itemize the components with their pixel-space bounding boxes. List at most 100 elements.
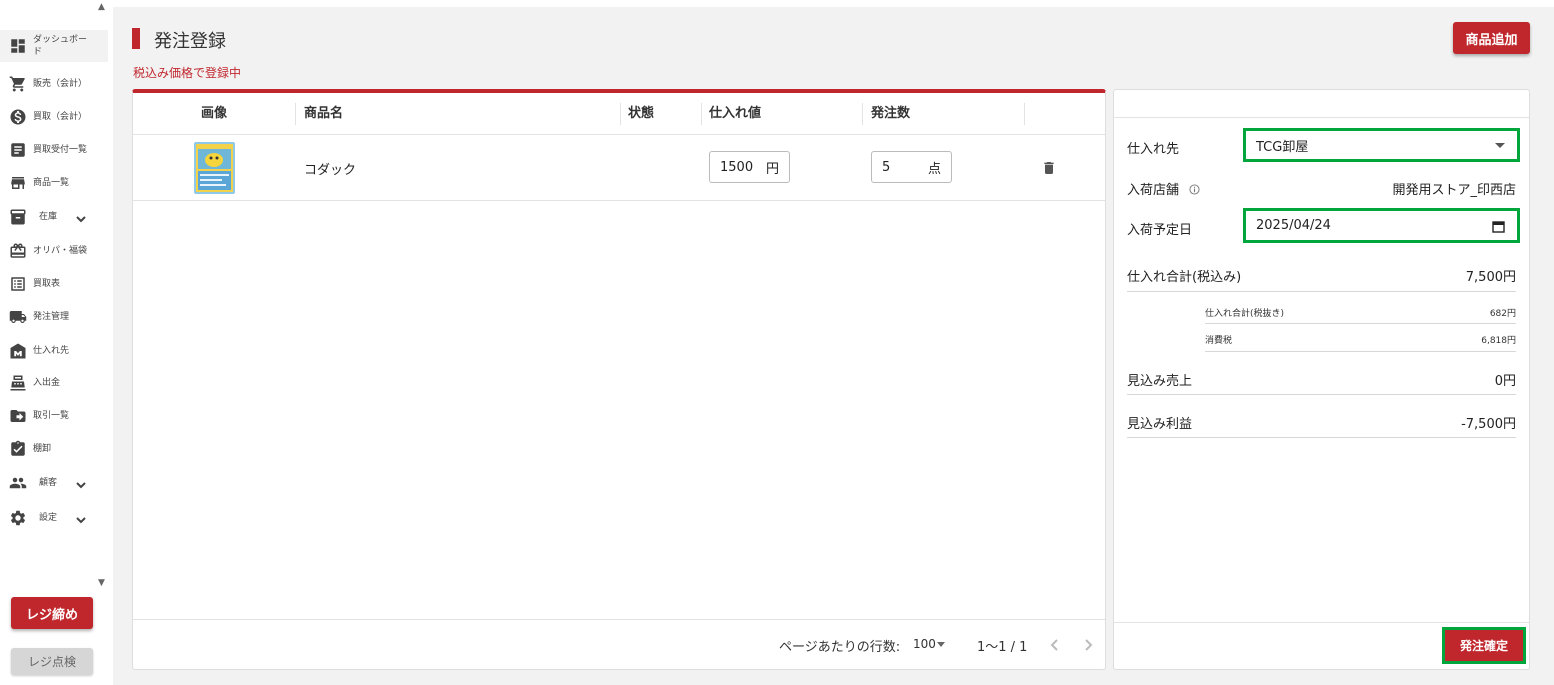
sidebar-item-sales[interactable]: 販売（会計） <box>0 69 108 99</box>
chevron-down-icon[interactable] <box>75 476 87 489</box>
sidebar-item-settings[interactable]: 設定 <box>0 503 108 533</box>
confirm-order-button[interactable]: 発注確定 <box>1445 630 1523 661</box>
truck-icon <box>0 308 33 326</box>
supplier-label: 仕入れ先 <box>1127 142 1180 157</box>
sidebar-item-label: 在庫 <box>39 212 58 222</box>
sidebar-item-label: オリパ・福袋 <box>33 246 88 256</box>
dashboard-icon <box>0 37 33 55</box>
quantity-unit: 点 <box>927 161 941 177</box>
expected-profit-label: 見込み利益 <box>1127 417 1193 432</box>
divider <box>1205 323 1516 324</box>
calendar-icon[interactable] <box>1492 220 1505 233</box>
divider <box>1127 291 1516 292</box>
expected-sales-label: 見込み売上 <box>1127 374 1193 389</box>
info-icon[interactable] <box>1189 184 1200 195</box>
sidebar-item-products[interactable]: 商品一覧 <box>0 168 108 198</box>
divider <box>1114 622 1529 623</box>
arrival-date-value: 2025/04/24 <box>1256 218 1331 233</box>
divider <box>1205 351 1516 352</box>
sidebar-item-label: 設定 <box>39 513 58 523</box>
gear-icon <box>0 509 33 527</box>
order-quantity-value: 5 <box>882 159 891 175</box>
sidebar-item-label: 入出金 <box>33 378 61 388</box>
trash-icon[interactable] <box>1041 159 1057 177</box>
tax-mode-note: 税込み価格で登録中 <box>133 66 242 80</box>
column-header-image: 画像 <box>201 106 228 121</box>
confirm-order-highlight: 発注確定 <box>1442 627 1526 664</box>
sidebar-item-label: 買取受付一覧 <box>33 145 88 155</box>
sidebar-item-inventory[interactable]: 在庫 <box>0 202 108 232</box>
supplier-select[interactable]: TCG卸屋 <box>1243 128 1520 162</box>
sidebar-item-label: 買取（会計） <box>33 112 88 122</box>
register-icon <box>0 374 33 392</box>
divider <box>1127 437 1516 438</box>
check-register-button[interactable]: レジ点検 <box>11 648 93 675</box>
sidebar-item-label: 棚卸 <box>33 444 52 454</box>
purchase-price-value: 1500 <box>720 159 754 175</box>
scroll-up-arrow-icon[interactable]: ▲ <box>98 2 105 12</box>
sidebar-item-transactions[interactable]: 取引一覧 <box>0 401 108 431</box>
store-label-row: 入荷店舗 <box>1127 179 1200 198</box>
cart-icon <box>0 75 33 93</box>
chevron-down-icon[interactable] <box>75 511 87 524</box>
expected-profit-value: -7,500円 <box>1461 417 1516 432</box>
total-incl-tax-value: 7,500円 <box>1465 270 1516 285</box>
sidebar-item-label: 仕入れ先 <box>33 346 70 356</box>
divider <box>1127 394 1516 395</box>
consumption-tax-label: 消費税 <box>1205 336 1233 346</box>
chevron-down-icon[interactable] <box>75 210 87 223</box>
sidebar-item-purchase-reception[interactable]: 買取受付一覧 <box>0 135 108 165</box>
scroll-down-arrow-icon[interactable]: ▼ <box>98 578 105 588</box>
sidebar-item-label: 取引一覧 <box>33 411 70 421</box>
table-row: コダック 1500 円 5 点 <box>133 135 1105 201</box>
sidebar-item-purchase[interactable]: 買取（会計） <box>0 102 108 132</box>
caret-down-icon[interactable] <box>1495 143 1505 148</box>
list-icon <box>0 275 33 293</box>
store-icon <box>0 174 33 192</box>
clipboard-check-icon <box>0 440 33 458</box>
order-quantity-input[interactable]: 5 点 <box>871 151 952 183</box>
arrival-date-input[interactable]: 2025/04/24 <box>1243 208 1520 243</box>
arrival-date-label: 入荷予定日 <box>1127 223 1193 238</box>
divider <box>1114 117 1529 118</box>
column-separator <box>295 103 296 125</box>
people-icon <box>0 474 33 492</box>
receipt-icon <box>0 141 33 159</box>
sidebar: ▲ ダッシュボード 販売（会計） 買取（会計） 買取受付一覧 商品一覧 在庫 オ… <box>0 0 110 685</box>
total-excl-tax-value: 682円 <box>1489 309 1516 319</box>
column-separator <box>620 103 621 125</box>
sidebar-item-customers[interactable]: 顧客 <box>0 468 108 498</box>
chevron-left-icon[interactable] <box>1049 637 1061 651</box>
caret-down-icon[interactable] <box>937 642 945 647</box>
rows-per-page-select[interactable]: 100 <box>913 637 936 651</box>
sidebar-item-label: 買取表 <box>33 279 61 289</box>
gift-icon <box>0 242 33 260</box>
dollar-icon <box>0 108 33 126</box>
close-register-button[interactable]: レジ締め <box>11 597 93 629</box>
title-accent-bar <box>132 28 140 49</box>
chevron-right-icon[interactable] <box>1082 637 1094 651</box>
sidebar-item-cash[interactable]: 入出金 <box>0 368 108 398</box>
sidebar-item-price-list[interactable]: 買取表 <box>0 269 108 299</box>
sidebar-item-oripa[interactable]: オリパ・福袋 <box>0 236 108 266</box>
sidebar-item-label: 商品一覧 <box>33 178 70 188</box>
sidebar-item-label: 顧客 <box>39 478 58 488</box>
sidebar-item-order-management[interactable]: 発注管理 <box>0 302 108 332</box>
sidebar-item-stocktake[interactable]: 棚卸 <box>0 434 108 464</box>
warehouse-icon <box>0 342 33 360</box>
total-incl-tax-label: 仕入れ合計(税込み) <box>1127 270 1242 285</box>
purchase-price-input[interactable]: 1500 円 <box>709 151 790 183</box>
column-separator <box>862 103 863 125</box>
product-name: コダック <box>304 163 357 178</box>
add-product-button[interactable]: 商品追加 <box>1453 22 1530 54</box>
column-header-price: 仕入れ値 <box>709 106 762 121</box>
yen-unit: 円 <box>765 161 779 177</box>
product-card-image <box>194 142 235 194</box>
sidebar-item-suppliers[interactable]: 仕入れ先 <box>0 336 108 366</box>
column-separator <box>701 103 702 125</box>
store-value: 開発用ストア_印西店 <box>1392 183 1516 198</box>
rows-per-page-label: ページあたりの行数: <box>779 640 901 655</box>
archive-icon <box>0 208 33 226</box>
sidebar-item-dashboard[interactable]: ダッシュボード <box>0 30 108 62</box>
page-title: 発注登録 <box>154 31 226 52</box>
